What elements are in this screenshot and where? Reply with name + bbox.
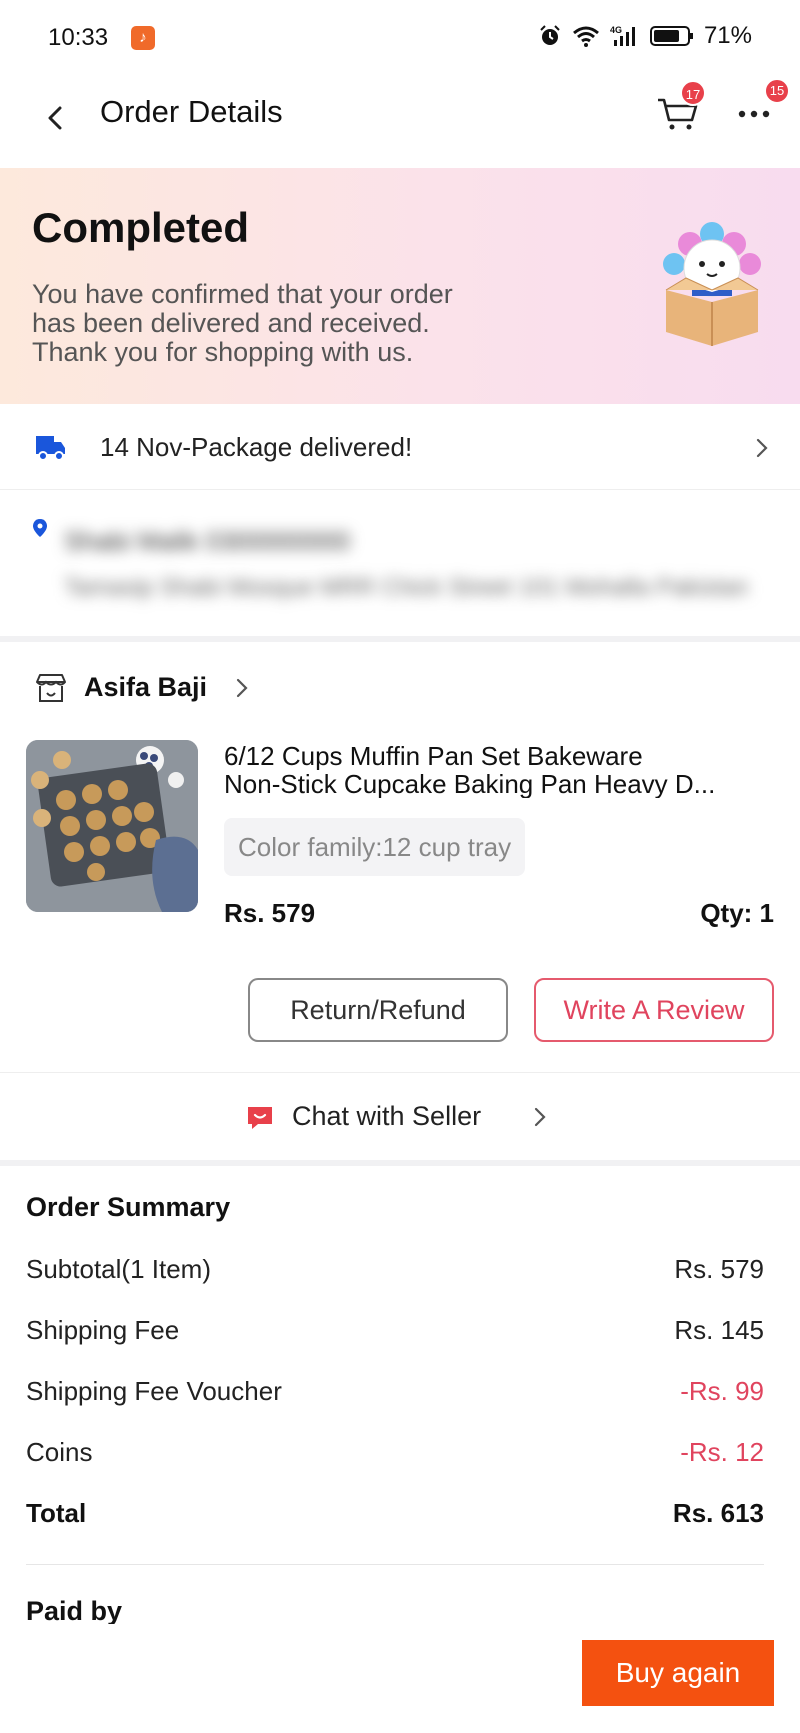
recipient-name-phone: Shabi Malik 0300000000: [64, 526, 351, 556]
product-title[interactable]: 6/12 Cups Muffin Pan Set Bakeware Non-St…: [224, 742, 780, 798]
address-line: Tamasip Shabi Mosque MRR Chick Street 10…: [64, 574, 749, 601]
product-image[interactable]: [26, 740, 198, 912]
summary-value: Rs. 613: [672, 1498, 764, 1528]
status-bar: 10:33 ♪ 4G 71%: [0, 0, 800, 72]
location-pin-icon: [33, 519, 47, 537]
wifi-icon: [572, 26, 599, 47]
chat-with-seller-label: Chat with Seller: [292, 1101, 482, 1131]
status-message-line: You have confirmed that your order: [32, 279, 453, 309]
more-options-icon[interactable]: [734, 104, 774, 124]
delivery-status-text: 14 Nov-Package delivered!: [100, 432, 413, 462]
seller-row[interactable]: Asifa Baji: [0, 658, 800, 718]
buy-again-button[interactable]: Buy again: [582, 1640, 774, 1706]
summary-value: -Rs. 12: [680, 1437, 764, 1467]
chevron-right-icon: [756, 438, 768, 458]
product-price: Rs. 579: [224, 898, 316, 928]
summary-label: Total: [26, 1498, 87, 1528]
chat-icon: [248, 1107, 272, 1129]
summary-divider: [26, 1564, 764, 1565]
status-time: 10:33: [48, 24, 109, 51]
status-icons: 4G 71%: [538, 22, 752, 50]
shipping-address[interactable]: Shabi Malik 0300000000 Tamasip Shabi Mos…: [0, 490, 800, 636]
product-title-line: 6/12 Cups Muffin Pan Set Bakeware: [224, 742, 643, 770]
summary-label: Subtotal(1 Item): [26, 1254, 211, 1284]
back-arrow-icon[interactable]: [34, 96, 78, 140]
bottom-action-bar: Buy again: [0, 1628, 800, 1733]
summary-label: Shipping Fee: [26, 1315, 180, 1345]
summary-value: Rs. 579: [674, 1254, 764, 1284]
alarm-icon: [540, 25, 560, 45]
return-refund-button[interactable]: Return/Refund: [248, 978, 508, 1042]
order-status-message: You have confirmed that your order has b…: [32, 280, 592, 367]
muffin-pan-image: [26, 740, 198, 912]
product-title-line: Non-Stick Cupcake Baking Pan Heavy D...: [224, 770, 716, 798]
status-message-line: has been delivered and received.: [32, 308, 430, 338]
status-message-line: Thank you for shopping with us.: [32, 337, 414, 367]
summary-value: Rs. 145: [674, 1315, 764, 1345]
delivery-status-row[interactable]: 14 Nov-Package delivered!: [0, 404, 800, 490]
summary-label: Shipping Fee Voucher: [26, 1376, 282, 1406]
battery-icon: [649, 26, 693, 46]
summary-row-coins: Coins -Rs. 12: [26, 1437, 764, 1477]
section-divider: [0, 1160, 800, 1166]
shop-icon: [36, 674, 66, 702]
order-status-banner: Completed You have confirmed that your o…: [0, 168, 800, 404]
summary-row-shipping-voucher: Shipping Fee Voucher -Rs. 99: [26, 1376, 764, 1416]
svg-text:4G: 4G: [610, 25, 622, 35]
order-summary-title: Order Summary: [26, 1192, 231, 1222]
notification-badge: 15: [764, 78, 790, 104]
app-notification-icon: ♪: [131, 26, 155, 50]
chat-with-seller-row[interactable]: Chat with Seller: [0, 1072, 800, 1162]
chevron-right-icon: [236, 678, 248, 698]
battery-percent: 71%: [703, 22, 752, 49]
product-variant: Color family:12 cup tray: [224, 818, 526, 876]
paid-by-label: Paid by: [26, 1596, 123, 1624]
page-title: Order Details: [100, 94, 283, 129]
summary-row-shipping-fee: Shipping Fee Rs. 145: [26, 1315, 764, 1355]
summary-row-subtotal: Subtotal(1 Item) Rs. 579: [26, 1254, 764, 1294]
summary-value: -Rs. 99: [680, 1376, 764, 1406]
cart-count-badge: 17: [680, 80, 706, 106]
summary-row-total: Total Rs. 613: [26, 1498, 764, 1538]
seller-name: Asifa Baji: [84, 672, 208, 702]
app-header: Order Details 17 15: [0, 72, 800, 168]
section-divider: [0, 636, 800, 642]
write-review-button[interactable]: Write A Review: [534, 978, 774, 1042]
chevron-right-icon: [534, 1107, 546, 1127]
order-status-title: Completed: [32, 204, 250, 251]
delivery-truck-icon: [36, 436, 65, 461]
summary-label: Coins: [26, 1437, 93, 1467]
mascot-box-illustration: [663, 222, 761, 346]
signal-icon: 4G: [610, 25, 635, 46]
product-quantity: Qty: 1: [700, 898, 774, 928]
